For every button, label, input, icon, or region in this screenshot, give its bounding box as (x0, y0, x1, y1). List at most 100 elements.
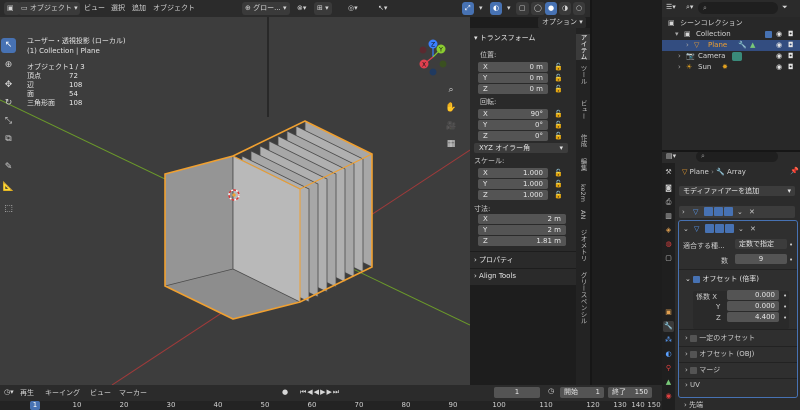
filter-icon[interactable]: ⌕▾ (686, 3, 693, 12)
transform-tool-icon[interactable]: ⧉ (1, 132, 16, 147)
proportional-edit-icon[interactable]: ◎▾ (345, 2, 361, 15)
pan-hand-icon[interactable]: ✋ (444, 101, 458, 115)
close-icon[interactable]: ✕ (750, 223, 756, 235)
outliner-editor-icon[interactable]: ☰▾ (666, 3, 676, 11)
uv-header[interactable]: › UV (685, 381, 700, 389)
expand-icon[interactable]: › (678, 62, 681, 73)
lock-icon[interactable]: 🔓 (554, 191, 563, 199)
snap-icon[interactable]: ⊞ ▾ (314, 2, 332, 15)
overlay-dropdown-icon[interactable]: ▾ (504, 2, 514, 15)
collapse-icon[interactable]: ⌄ (683, 223, 689, 235)
particles-icon[interactable]: ⁂ (663, 335, 674, 346)
physics-icon[interactable]: ◐ (663, 349, 674, 360)
count-field[interactable]: 9 (735, 254, 787, 264)
outliner-row-collection[interactable]: ▾ ▣ Collection ◉ ◘ (662, 29, 800, 40)
cursor-tool-icon[interactable]: ⊕ (1, 58, 16, 73)
editmode-toggle-icon[interactable] (705, 224, 714, 233)
location-y-field[interactable]: Y 0 m (478, 73, 548, 83)
tab-geometry[interactable]: ジオメトリ (576, 228, 590, 262)
scale-z-field[interactable]: Z 1.000 (478, 190, 548, 200)
close-icon[interactable]: ✕ (749, 206, 755, 218)
tab-grease-pencil[interactable]: グリースペンシル (576, 272, 590, 324)
dimension-y-field[interactable]: Y 2 m (478, 225, 566, 235)
camera-view-icon[interactable]: 🎥 (444, 119, 458, 133)
factor-z-field[interactable]: 4.400 (727, 312, 779, 322)
modifier-properties-icon[interactable]: 🔧 (663, 321, 674, 332)
rotate-tool-icon[interactable]: ↻ (1, 96, 16, 111)
rotation-x-field[interactable]: X 90° (478, 109, 548, 119)
tab-create[interactable]: 作成 (576, 130, 590, 150)
3d-viewport[interactable]: Z Y X ユーザー・透視投影 (ローカル) (1) Collection | … (0, 17, 470, 385)
outliner-row-camera[interactable]: › 📷 Camera ◉ ◘ (662, 51, 800, 62)
merge-header[interactable]: › マージ (685, 365, 720, 375)
menu-view[interactable]: ビュー (90, 388, 111, 398)
object-properties-icon[interactable]: ▣ (663, 307, 674, 318)
tab-item[interactable]: アイテム (576, 34, 590, 60)
relative-offset-header[interactable]: ⌄ オフセット (倍率) (685, 274, 759, 284)
clock-icon[interactable]: ◷ (548, 387, 554, 395)
lock-icon[interactable]: 🔓 (554, 132, 563, 140)
tab-ke2m[interactable]: ke2m (576, 180, 590, 206)
eye-icon[interactable]: ◉ (776, 51, 782, 62)
eye-icon[interactable]: ◉ (776, 29, 782, 40)
menu-add[interactable]: 追加 (129, 2, 149, 15)
scale-x-field[interactable]: X 1.000 (478, 168, 548, 178)
eye-icon[interactable]: ◉ (776, 40, 782, 51)
caps-header[interactable]: › 先端 (684, 400, 703, 410)
gizmo-dropdown-icon[interactable]: ▾ (476, 2, 486, 15)
lock-icon[interactable]: 🔓 (554, 121, 563, 129)
render-toggle-icon[interactable] (724, 207, 733, 216)
annotate-tool-icon[interactable]: ✎ (1, 160, 16, 175)
constant-offset-header[interactable]: › 一定のオフセット (685, 333, 755, 343)
transform-header[interactable]: ▾ トランスフォーム (474, 33, 535, 43)
rotation-z-field[interactable]: Z 0° (478, 131, 548, 141)
properties-section-header[interactable]: › プロパティ (474, 255, 514, 265)
rotation-mode-select[interactable]: XYZ オイラー角 ▾ (474, 143, 568, 153)
move-tool-icon[interactable]: ✥ (1, 78, 16, 93)
properties-editor-icon[interactable]: ▤▾ (666, 152, 676, 160)
material-properties-icon[interactable]: ◉ (663, 391, 674, 402)
outliner-row-sun[interactable]: › ☀ Sun ✸ ◉ ◘ (662, 62, 800, 73)
start-frame-field[interactable]: 開始 1 (560, 387, 604, 398)
current-frame-field[interactable]: 1 (494, 387, 540, 398)
outliner-search-input[interactable]: ⌕ (698, 2, 778, 14)
render-toggle-icon[interactable] (725, 224, 734, 233)
modifier-header[interactable]: › ▽ ⌄ ✕ (679, 206, 795, 218)
expand-icon[interactable]: › (682, 206, 685, 218)
output-properties-icon[interactable]: ⎙ (663, 197, 674, 208)
material-shading-icon[interactable]: ◑ (559, 2, 572, 15)
tab-tool[interactable]: ツール (576, 64, 590, 86)
scale-y-field[interactable]: Y 1.000 (478, 179, 548, 189)
chevron-down-icon[interactable]: ⌄ (737, 206, 743, 218)
menu-object[interactable]: オブジェクト (150, 2, 198, 15)
menu-select[interactable]: 選択 (108, 2, 128, 15)
menu-keying[interactable]: キーイング (45, 388, 80, 398)
camera-render-icon[interactable]: ◘ (788, 40, 794, 51)
fit-type-select[interactable]: 定数で指定 (735, 239, 787, 249)
lock-icon[interactable]: 🔓 (554, 110, 563, 118)
zoom-icon[interactable]: ⌕ (444, 83, 458, 97)
camera-render-icon[interactable]: ◘ (788, 51, 794, 62)
options-dropdown[interactable]: オプション ▾ (538, 17, 586, 28)
perspective-grid-icon[interactable]: ▦ (444, 137, 458, 151)
viewport-toggle-icon[interactable] (715, 224, 724, 233)
chevron-down-icon[interactable]: ⌄ (738, 223, 744, 235)
viewport-toggle-icon[interactable] (714, 207, 723, 216)
eye-icon[interactable]: ◉ (776, 62, 782, 73)
outliner-root[interactable]: ▣ シーンコレクション (662, 18, 800, 29)
scene-properties-icon[interactable]: ◈ (663, 225, 674, 236)
overlay-toggle-icon[interactable]: ◐ (490, 2, 503, 15)
select-box-icon[interactable]: ↖ (1, 38, 16, 53)
constraints-icon[interactable]: ⚲ (663, 363, 674, 374)
gizmo-toggle-icon[interactable]: ⤢ (462, 2, 474, 15)
lock-icon[interactable]: 🔓 (554, 85, 563, 93)
add-cube-tool-icon[interactable]: ⬚ (1, 202, 16, 217)
measure-tool-icon[interactable]: 📐 (1, 180, 16, 195)
frame-ruler[interactable]: 1 10 20 30 40 50 60 70 80 90 100 110 120… (0, 401, 662, 410)
lock-icon[interactable]: 🔓 (554, 180, 563, 188)
tab-edit[interactable]: 編集 (576, 154, 590, 174)
menu-view[interactable]: ビュー (81, 2, 108, 15)
render-properties-icon[interactable]: ◙ (663, 183, 674, 194)
pivot-icon[interactable]: ⊗▾ (294, 2, 309, 15)
location-z-field[interactable]: Z 0 m (478, 84, 548, 94)
